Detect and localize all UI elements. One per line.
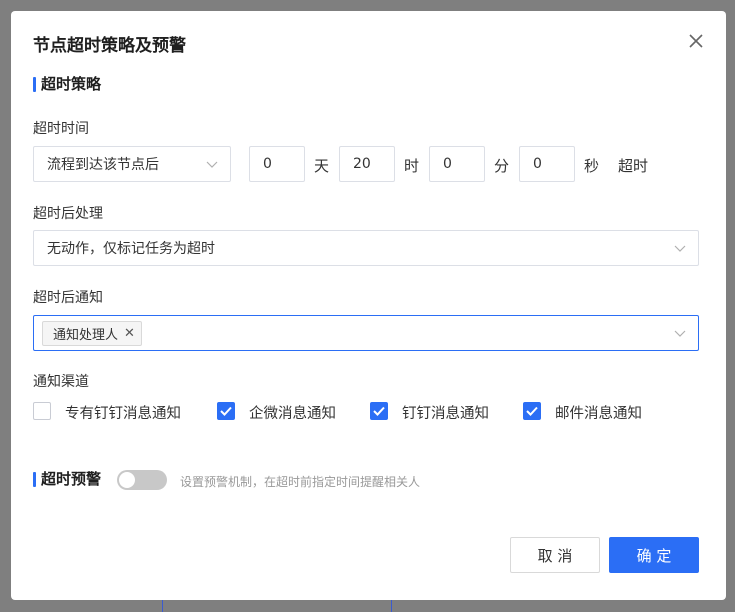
hours-unit: 时 [404, 157, 420, 175]
after-timeout-action-select[interactable]: 无动作，仅标记任务为超时 [33, 230, 699, 266]
backdrop-line [162, 600, 163, 612]
after-timeout-notify-label: 超时后通知 [33, 290, 103, 306]
chevron-down-icon [206, 161, 218, 168]
dialog-title: 节点超时策略及预警 [33, 36, 186, 56]
tag-close-icon[interactable]: ✕ [124, 326, 135, 341]
timeout-suffix: 超时 [618, 157, 649, 175]
notify-tag: 通知处理人 ✕ [42, 321, 142, 346]
days-unit: 天 [314, 157, 330, 175]
chevron-down-icon [674, 330, 686, 337]
timeout-base-select[interactable]: 流程到达该节点后 [33, 146, 231, 182]
minutes-input[interactable] [429, 146, 485, 182]
channel-checkbox-dingtalk[interactable] [370, 402, 388, 420]
cancel-button[interactable]: 取 消 [510, 537, 600, 573]
section-title-warning: 超时预警 [33, 470, 101, 488]
channels-label: 通知渠道 [33, 374, 89, 390]
backdrop-line [391, 600, 392, 612]
channel-label: 企微消息通知 [249, 406, 336, 422]
notify-tag-label: 通知处理人 [53, 328, 119, 343]
after-timeout-notify-select[interactable]: 通知处理人 ✕ [33, 315, 699, 351]
warning-hint: 设置预警机制，在超时前指定时间提醒相关人 [180, 475, 421, 489]
timeout-strategy-dialog: 节点超时策略及预警 超时策略 超时时间 流程到达该节点后 天 时 分 秒 超时 … [11, 11, 726, 600]
channel-label: 专有钉钉消息通知 [65, 406, 181, 422]
seconds-input[interactable] [519, 146, 575, 182]
seconds-unit: 秒 [584, 157, 600, 175]
timeout-time-label: 超时时间 [33, 121, 89, 137]
chevron-down-icon [674, 245, 686, 252]
check-icon [526, 406, 538, 416]
close-icon[interactable] [687, 32, 705, 50]
days-input[interactable] [249, 146, 305, 182]
section-title-strategy: 超时策略 [33, 75, 101, 93]
confirm-button[interactable]: 确 定 [609, 537, 699, 573]
after-timeout-action-value: 无动作，仅标记任务为超时 [47, 241, 215, 257]
toggle-knob [119, 472, 135, 488]
channel-label: 钉钉消息通知 [402, 406, 489, 422]
channel-checkbox-wecom[interactable] [217, 402, 235, 420]
after-timeout-action-label: 超时后处理 [33, 206, 103, 222]
channel-label: 邮件消息通知 [555, 406, 642, 422]
minutes-unit: 分 [494, 157, 510, 175]
timeout-base-value: 流程到达该节点后 [47, 157, 159, 173]
channel-checkbox-email[interactable] [523, 402, 541, 420]
hours-input[interactable] [339, 146, 395, 182]
warning-toggle[interactable] [117, 470, 167, 490]
channel-checkbox-dingtalk-exclusive[interactable] [33, 402, 51, 420]
check-icon [373, 406, 385, 416]
check-icon [220, 406, 232, 416]
